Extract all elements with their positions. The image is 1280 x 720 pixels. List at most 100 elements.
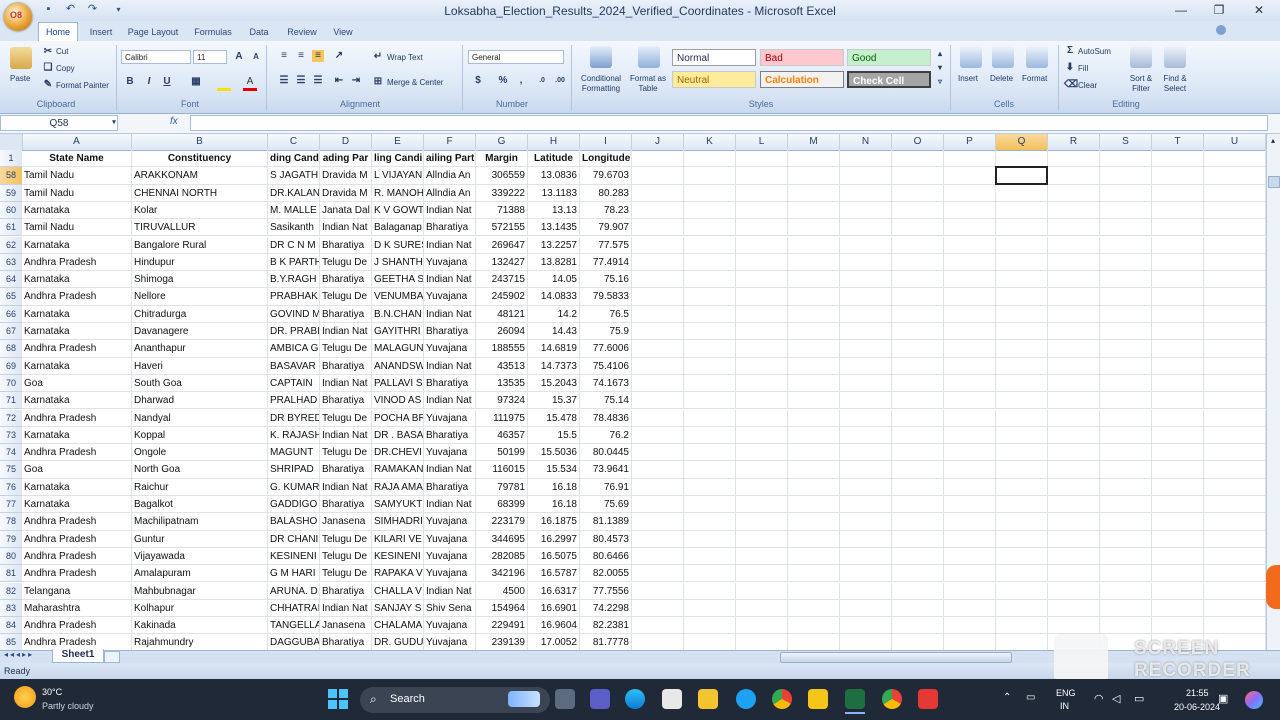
empty-cell[interactable] [788, 357, 840, 375]
empty-cell[interactable] [996, 340, 1048, 358]
help-icon[interactable] [1216, 25, 1226, 35]
table-cell[interactable]: 16.18 [528, 496, 580, 514]
empty-cell[interactable] [840, 444, 892, 462]
empty-cell[interactable] [684, 253, 736, 272]
empty-cell[interactable] [1048, 323, 1100, 341]
row-header[interactable]: 69 [0, 357, 22, 375]
row-header[interactable]: 76 [0, 478, 22, 496]
row-header[interactable]: 63 [0, 253, 22, 272]
table-cell[interactable]: SANJAY S [372, 599, 424, 618]
clear-button[interactable]: Clear [1078, 81, 1097, 90]
header-cell[interactable]: Longitude [580, 150, 632, 168]
empty-cell[interactable] [632, 219, 684, 237]
vertical-scroll-thumb[interactable] [1268, 176, 1280, 188]
table-cell[interactable]: 77.7556 [580, 582, 632, 600]
table-cell[interactable]: Allndia An [424, 184, 476, 202]
empty-cell[interactable] [840, 617, 892, 635]
row-header[interactable]: 1 [0, 150, 22, 168]
table-cell[interactable]: Indian Nat [424, 392, 476, 410]
table-cell[interactable]: Chitradurga [132, 305, 268, 323]
align-center-icon[interactable]: ☰ [295, 75, 307, 87]
empty-cell[interactable] [736, 219, 788, 237]
table-cell[interactable]: KESINENI [372, 547, 424, 566]
table-cell[interactable]: B.Y.RAGH [268, 271, 320, 289]
underline-button[interactable]: U [161, 76, 173, 88]
table-cell[interactable]: 16.5075 [528, 547, 580, 566]
column-header-s[interactable]: S [1100, 134, 1152, 150]
decrease-indent-icon[interactable]: ⇤ [333, 75, 345, 87]
empty-cell[interactable] [840, 547, 892, 566]
empty-cell[interactable] [1152, 617, 1204, 635]
tab-data[interactable]: Data [244, 24, 274, 40]
row-header[interactable]: 83 [0, 599, 22, 618]
paste-icon[interactable] [10, 47, 32, 69]
empty-cell[interactable] [788, 305, 840, 323]
fill-icon[interactable]: ⬇ [1064, 62, 1076, 74]
empty-cell[interactable] [632, 530, 684, 548]
table-cell[interactable]: Telugu De [320, 253, 372, 272]
table-cell[interactable]: Bharatiya [320, 582, 372, 600]
table-cell[interactable]: 77.4914 [580, 253, 632, 272]
column-header-n[interactable]: N [840, 134, 892, 150]
copy-icon[interactable]: ❏ [42, 62, 54, 74]
table-cell[interactable]: Yuvajana [424, 444, 476, 462]
table-cell[interactable]: Andhra Pradesh [22, 617, 132, 635]
empty-cell[interactable] [892, 323, 944, 341]
column-header-d[interactable]: D [320, 134, 372, 150]
empty-cell[interactable] [1152, 219, 1204, 237]
empty-cell[interactable] [1100, 547, 1152, 566]
table-cell[interactable]: Indian Nat [320, 374, 372, 393]
table-cell[interactable]: GOVIND M [268, 305, 320, 323]
table-cell[interactable]: Mahbubnagar [132, 582, 268, 600]
styles-more-icon[interactable]: ▿ [934, 76, 946, 88]
empty-cell[interactable] [736, 253, 788, 272]
empty-cell[interactable] [1204, 444, 1266, 462]
empty-cell[interactable] [1152, 461, 1204, 479]
empty-cell[interactable] [1100, 599, 1152, 618]
empty-cell[interactable] [944, 617, 996, 635]
table-cell[interactable]: 75.9 [580, 323, 632, 341]
table-cell[interactable]: G M HARI [268, 565, 320, 583]
table-cell[interactable]: 14.43 [528, 323, 580, 341]
empty-cell[interactable] [1152, 374, 1204, 393]
empty-cell[interactable] [684, 340, 736, 358]
table-cell[interactable]: Balaganap [372, 219, 424, 237]
row-header[interactable]: 80 [0, 547, 22, 566]
table-cell[interactable]: PRABHAK [268, 288, 320, 306]
empty-cell[interactable] [1048, 582, 1100, 600]
table-cell[interactable]: AMBICA G [268, 340, 320, 358]
empty-cell[interactable] [1100, 288, 1152, 306]
table-cell[interactable]: 243715 [476, 271, 528, 289]
empty-cell[interactable] [944, 478, 996, 496]
table-cell[interactable]: Karnataka [22, 271, 132, 289]
empty-cell[interactable] [996, 271, 1048, 289]
row-header[interactable]: 77 [0, 496, 22, 514]
empty-cell[interactable] [1204, 530, 1266, 548]
empty-cell[interactable] [1048, 513, 1100, 531]
empty-cell[interactable] [1152, 599, 1204, 618]
empty-cell[interactable] [684, 582, 736, 600]
empty-cell[interactable] [1204, 617, 1266, 635]
table-cell[interactable]: Bharatiya [320, 305, 372, 323]
empty-cell[interactable] [736, 167, 788, 185]
empty-cell[interactable] [1100, 340, 1152, 358]
empty-cell[interactable] [840, 426, 892, 445]
column-header-e[interactable]: E [372, 134, 424, 150]
table-cell[interactable]: 82.0055 [580, 565, 632, 583]
table-cell[interactable]: Telugu De [320, 565, 372, 583]
insert-function-icon[interactable]: fx [170, 116, 178, 127]
table-cell[interactable]: Andhra Pradesh [22, 409, 132, 427]
empty-cell[interactable] [996, 201, 1048, 220]
table-cell[interactable]: DR.KALAN [268, 184, 320, 202]
empty-cell[interactable] [944, 288, 996, 306]
empty-cell[interactable] [944, 201, 996, 220]
header-cell[interactable]: Margin [476, 150, 528, 168]
column-header-p[interactable]: P [944, 134, 996, 150]
table-cell[interactable]: RAPAKA V [372, 565, 424, 583]
empty-cell[interactable] [736, 392, 788, 410]
table-cell[interactable]: Yuvajana [424, 513, 476, 531]
empty-cell[interactable] [996, 288, 1048, 306]
empty-cell[interactable] [892, 357, 944, 375]
column-header-g[interactable]: G [476, 134, 528, 150]
empty-cell[interactable] [1048, 547, 1100, 566]
